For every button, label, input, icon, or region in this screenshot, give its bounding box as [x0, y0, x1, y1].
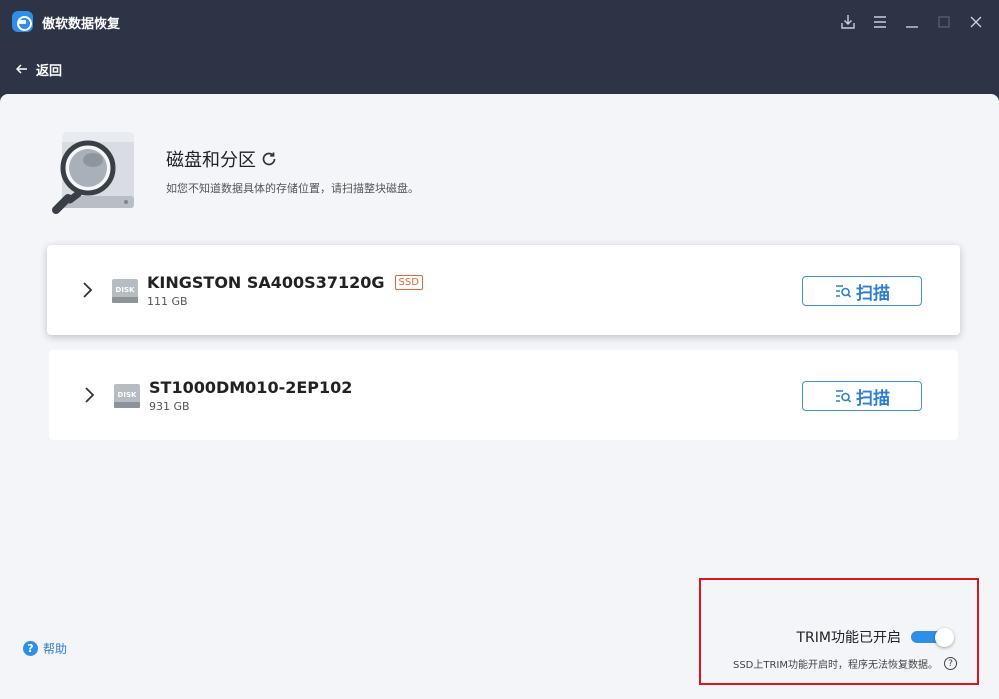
- close-icon[interactable]: [964, 10, 988, 34]
- disk-search-icon: [52, 132, 134, 214]
- disk-row[interactable]: DISK KINGSTON SA400S37120G SSD 111 GB 扫描: [47, 245, 960, 335]
- help-icon: ?: [23, 641, 38, 656]
- disk-row[interactable]: DISK ST1000DM010-2EP102 931 GB 扫描: [49, 350, 958, 440]
- download-icon[interactable]: [836, 10, 860, 34]
- disk-size: 931 GB: [149, 400, 190, 413]
- maximize-icon[interactable]: [932, 10, 956, 34]
- disk-size: 111 GB: [147, 295, 188, 308]
- trim-label: TRIM功能已开启: [796, 630, 902, 646]
- disk-name: KINGSTON SA400S37120G SSD: [147, 273, 423, 292]
- scan-icon: [836, 390, 852, 403]
- disk-name-text: ST1000DM010-2EP102: [149, 378, 353, 397]
- scan-button-label: 扫描: [856, 283, 890, 304]
- disk-icon: DISK: [112, 279, 138, 303]
- help-link[interactable]: ? 帮助: [23, 640, 67, 657]
- app-logo-icon: [12, 11, 33, 32]
- trim-toggle[interactable]: [911, 628, 955, 647]
- arrow-left-icon: [15, 64, 27, 74]
- disk-icon: DISK: [114, 384, 140, 408]
- menu-icon[interactable]: [868, 10, 892, 34]
- scan-button[interactable]: 扫描: [802, 381, 922, 411]
- scan-button[interactable]: 扫描: [802, 276, 922, 306]
- back-button[interactable]: 返回: [14, 58, 62, 80]
- nav-bar: 返回: [0, 44, 999, 94]
- toggle-knob: [935, 628, 954, 647]
- question-icon[interactable]: ?: [944, 657, 957, 670]
- ssd-badge: SSD: [394, 275, 423, 290]
- help-label: 帮助: [43, 642, 68, 656]
- disk-icon-text: DISK: [118, 391, 137, 399]
- section-title-text: 磁盘和分区: [166, 150, 256, 171]
- section-title: 磁盘和分区: [166, 146, 278, 172]
- disk-name: ST1000DM010-2EP102: [149, 378, 352, 397]
- chevron-right-icon[interactable]: [82, 385, 96, 405]
- trim-note: SSD上TRIM功能开启时，程序无法恢复数据。 ?: [733, 656, 957, 671]
- app-title: 傲软数据恢复: [42, 17, 121, 32]
- trim-note-text: SSD上TRIM功能开启时，程序无法恢复数据。: [732, 660, 938, 671]
- minimize-icon[interactable]: [900, 10, 924, 34]
- scan-button-label: 扫描: [856, 388, 890, 409]
- disk-icon-text: DISK: [116, 286, 135, 294]
- back-label: 返回: [36, 63, 63, 79]
- refresh-icon[interactable]: [260, 150, 278, 168]
- disk-name-text: KINGSTON SA400S37120G: [147, 273, 385, 292]
- trim-highlight-box: TRIM功能已开启 SSD上TRIM功能开启时，程序无法恢复数据。 ?: [699, 578, 979, 685]
- title-bar: 傲软数据恢复: [0, 0, 999, 44]
- chevron-right-icon[interactable]: [80, 280, 94, 300]
- scan-icon: [836, 285, 852, 298]
- section-description: 如您不知道数据具体的存储位置，请扫描整块磁盘。: [166, 182, 419, 195]
